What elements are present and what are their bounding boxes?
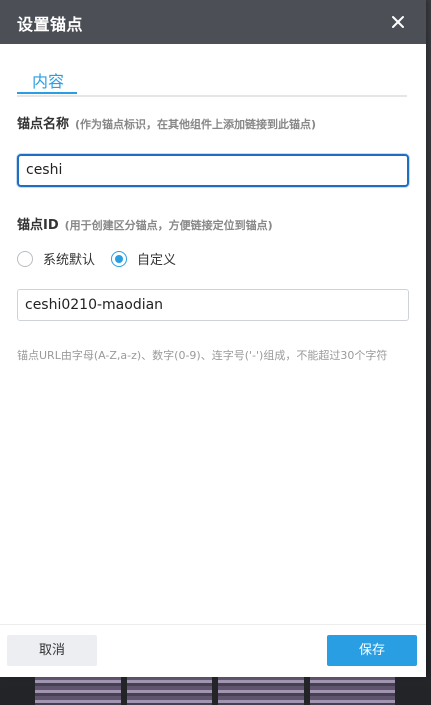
radio-option-default[interactable]: 系统默认 (17, 249, 95, 268)
anchor-id-hint: (用于创建区分锚点，方便链接定位到锚点) (64, 219, 273, 232)
anchor-url-rule-note: 锚点URL由字母(A-Z,a-z)、数字(0-9)、连字号('-')组成，不能超… (17, 349, 388, 362)
anchor-name-label: 锚点名称 (作为锚点标识，在其他组件上添加链接到此锚点) (17, 113, 316, 132)
radio-option-custom-label: 自定义 (137, 253, 177, 268)
anchor-id-label: 锚点ID (用于创建区分锚点，方便链接定位到锚点) (17, 214, 273, 233)
anchor-name-value: ceshi (26, 162, 63, 178)
background-thumbnail (309, 676, 395, 705)
radio-button-custom[interactable] (111, 250, 128, 267)
anchor-id-value: ceshi0210-maodian (25, 297, 164, 313)
background-thumbnail (126, 676, 212, 705)
radio-option-custom[interactable]: 自定义 (111, 249, 176, 268)
dialog-footer: 取消 保存 (0, 624, 426, 677)
close-button[interactable] (384, 8, 412, 36)
anchor-id-label-text: 锚点ID (17, 218, 59, 233)
radio-option-default-label: 系统默认 (43, 253, 96, 268)
background-thumbnail (35, 676, 121, 705)
active-tab-indicator (17, 92, 77, 94)
anchor-id-input[interactable]: ceshi0210-maodian (17, 289, 409, 321)
close-icon (392, 16, 404, 28)
tab-bar: 内容 (17, 68, 407, 97)
anchor-settings-dialog: 设置锚点 内容 锚点名称 (作为锚点标识，在其他组件上添加链接到此锚点) cesh… (0, 0, 426, 677)
radio-button-default[interactable] (17, 250, 33, 267)
anchor-name-hint: (作为锚点标识，在其他组件上添加链接到此锚点) (75, 118, 317, 131)
save-button[interactable]: 保存 (327, 635, 417, 666)
background-thumbnail (218, 676, 304, 705)
dialog-header: 设置锚点 (0, 0, 426, 44)
anchor-name-input[interactable]: ceshi (17, 154, 409, 187)
tab-content[interactable]: 内容 (32, 68, 64, 92)
cancel-button[interactable]: 取消 (7, 635, 97, 666)
dialog-title: 设置锚点 (17, 15, 84, 34)
background-content (35, 676, 395, 705)
anchor-id-mode-radio-group: 系统默认 自定义 (17, 249, 192, 268)
anchor-name-label-text: 锚点名称 (17, 117, 70, 132)
